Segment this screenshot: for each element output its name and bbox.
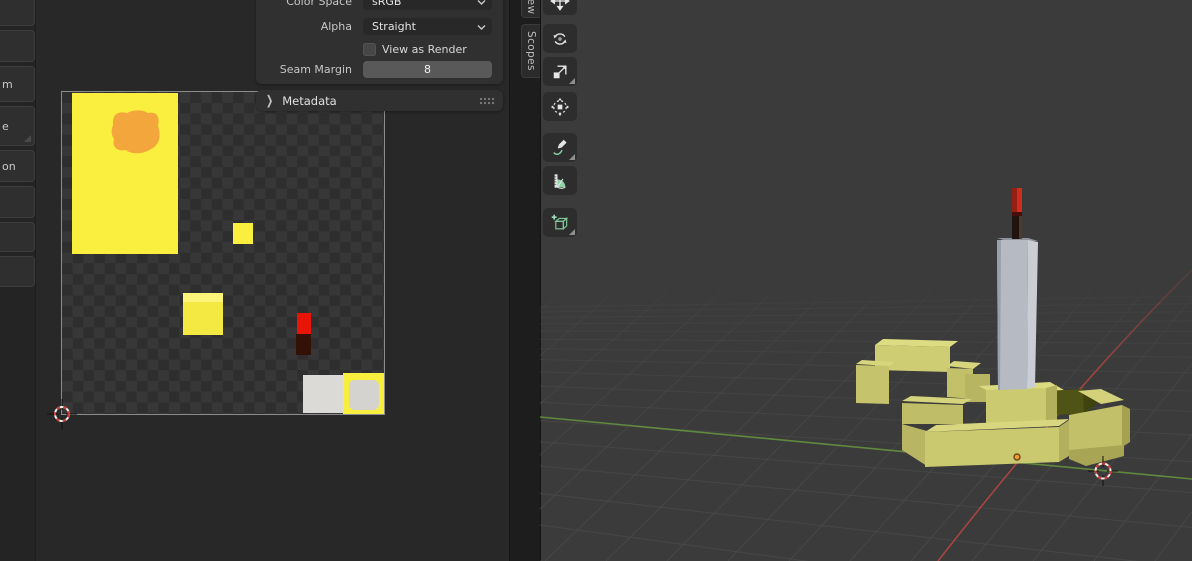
scale-icon	[550, 62, 570, 82]
submenu-corner-icon	[569, 154, 575, 160]
seam-margin-field[interactable]: 8	[363, 61, 492, 78]
expand-chevron-icon: ❯	[266, 93, 273, 108]
transform-tool-button[interactable]	[543, 92, 577, 121]
annotate-tool-button[interactable]	[543, 133, 577, 162]
add-cube-tool-button[interactable]	[543, 208, 577, 237]
chevron-down-icon	[477, 0, 486, 5]
left-strip-button[interactable]	[0, 30, 35, 62]
transform-icon	[550, 97, 570, 117]
add-cube-icon	[550, 213, 570, 233]
color-space-value: sRGB	[372, 0, 477, 10]
view-as-render-row: View as Render	[256, 43, 503, 60]
measure-icon	[550, 171, 570, 191]
left-strip-button[interactable]: on	[0, 150, 35, 182]
uv-image-canvas[interactable]	[62, 92, 384, 414]
tab-view[interactable]: View	[521, 0, 540, 18]
color-space-dropdown[interactable]: sRGB	[363, 0, 492, 10]
view-as-render-checkbox[interactable]	[363, 43, 376, 56]
scale-tool-button[interactable]	[543, 57, 577, 86]
viewport-toolbar	[540, 0, 584, 561]
blender-window: me on Color Space sRGB Alpha Straight Vie…	[0, 0, 1192, 561]
left-strip-button[interactable]	[0, 0, 35, 26]
resize-grip-icon[interactable]	[24, 135, 31, 142]
seam-margin-row: Seam Margin 8	[256, 61, 503, 78]
left-strip-button[interactable]: m	[0, 66, 35, 102]
seam-margin-label: Seam Margin	[256, 61, 352, 78]
alpha-label: Alpha	[256, 18, 352, 35]
viewport-3d-region[interactable]	[540, 0, 1192, 561]
submenu-corner-icon	[569, 78, 575, 84]
move-tool-button[interactable]	[543, 0, 577, 15]
sidebar-tabs: View Scopes	[509, 0, 540, 561]
measure-tool-button[interactable]	[543, 166, 577, 195]
alpha-value: Straight	[372, 18, 477, 35]
tab-scopes[interactable]: Scopes	[521, 24, 540, 78]
image-properties-panel: Color Space sRGB Alpha Straight View as …	[256, 0, 503, 84]
left-strip-button[interactable]	[0, 256, 35, 287]
color-space-label: Color Space	[256, 0, 352, 10]
submenu-corner-icon	[569, 229, 575, 235]
chevron-down-icon	[477, 24, 486, 30]
rotate-tool-button[interactable]	[543, 24, 577, 53]
annotate-icon	[550, 138, 570, 158]
alpha-row: Alpha Straight	[256, 18, 503, 35]
move-icon	[550, 0, 570, 11]
left-strip-button[interactable]	[0, 222, 35, 252]
panel-grip-icon[interactable]	[479, 97, 495, 105]
color-space-row: Color Space sRGB	[256, 0, 503, 10]
left-strip-button[interactable]: e	[0, 106, 35, 146]
metadata-panel[interactable]: ❯ Metadata	[256, 90, 503, 111]
alpha-dropdown[interactable]: Straight	[363, 18, 492, 35]
metadata-panel-title: Metadata	[282, 94, 336, 108]
view-as-render-label: View as Render	[382, 43, 467, 57]
left-strip-button[interactable]	[0, 186, 35, 218]
rotate-icon	[550, 29, 570, 49]
